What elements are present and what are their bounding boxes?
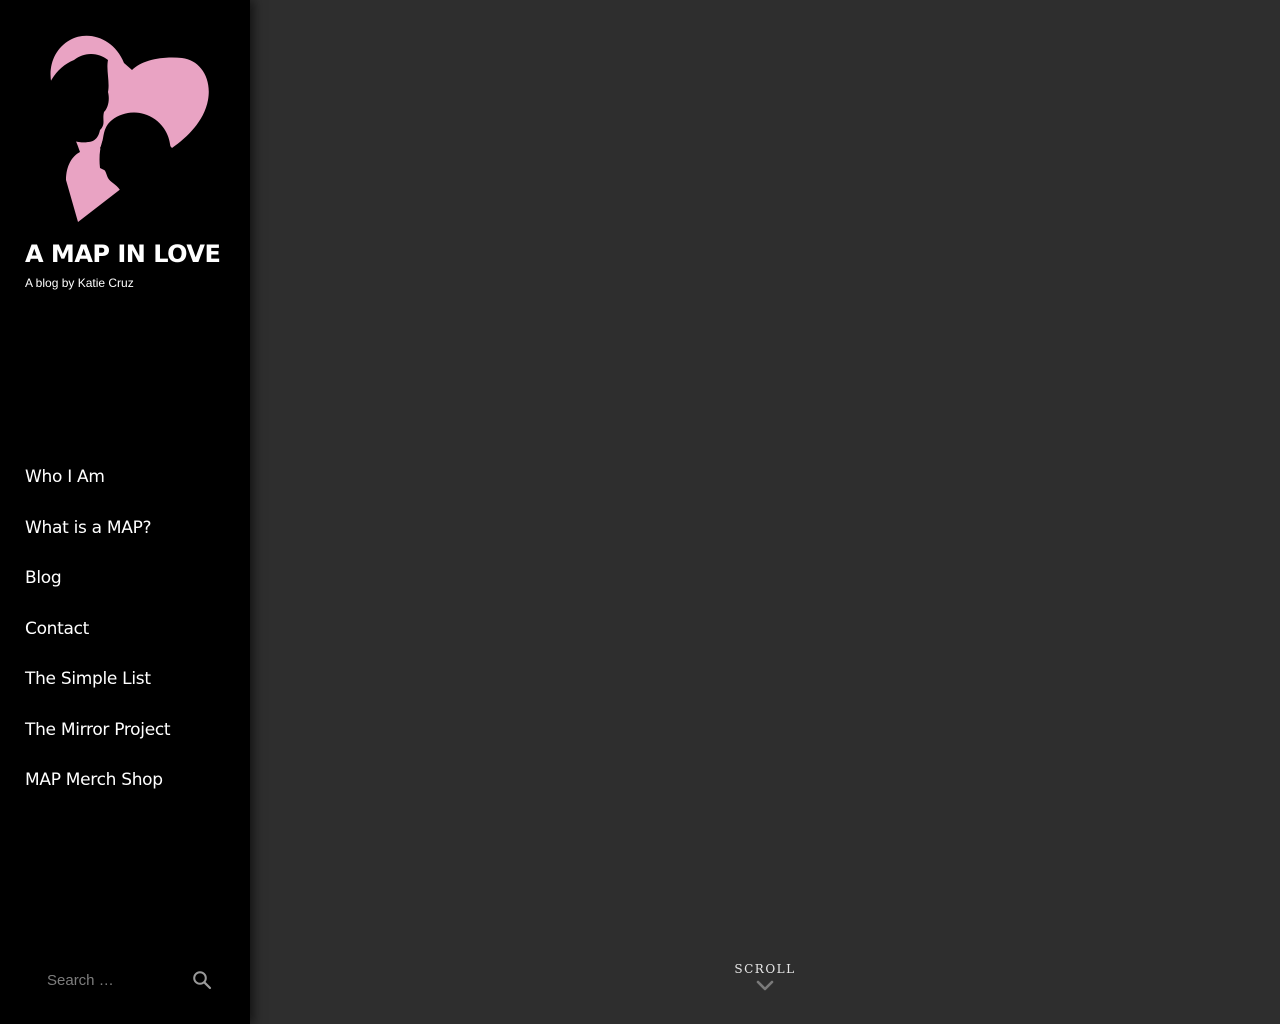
site-logo[interactable] — [36, 30, 212, 226]
site-description: A blog by Katie Cruz — [25, 276, 134, 290]
menu-item: MAP Merch Shop — [25, 763, 170, 814]
sidebar: A MAP IN LOVE A blog by Katie Cruz Who I… — [0, 0, 250, 1024]
menu-item: The Simple List — [25, 662, 170, 713]
menu-item-map-merch-shop[interactable]: MAP Merch Shop — [25, 763, 163, 797]
search-input[interactable] — [40, 960, 180, 1000]
scroll-indicator[interactable]: SCROLL — [715, 960, 815, 992]
menu-item: The Mirror Project — [25, 713, 171, 764]
menu-item-who-i-am[interactable]: Who I Am — [25, 460, 105, 494]
main-content: SCROLL — [250, 0, 1280, 1024]
chevron-down-icon — [756, 980, 774, 991]
menu-item: Contact — [25, 612, 170, 663]
menu-item-what-is-a-map[interactable]: What is a MAP? — [25, 511, 152, 545]
search-icon — [193, 971, 212, 990]
menu-item-the-simple-list[interactable]: The Simple List — [25, 662, 151, 696]
main-menu: Who I Am What is a MAP? Blog Contact The… — [25, 460, 171, 814]
menu-item: Blog — [25, 561, 170, 612]
menu-item: Who I Am — [25, 460, 170, 511]
site-title[interactable]: A MAP IN LOVE — [25, 236, 221, 272]
menu-item-contact[interactable]: Contact — [25, 612, 89, 646]
search-form — [40, 960, 220, 1000]
menu-item-blog[interactable]: Blog — [25, 561, 62, 595]
heart-silhouette-couple-icon — [43, 35, 209, 222]
scroll-label: SCROLL — [734, 962, 796, 976]
menu-item: What is a MAP? — [25, 511, 170, 562]
menu-item-the-mirror-project[interactable]: The Mirror Project — [25, 713, 171, 747]
search-button[interactable] — [190, 968, 214, 992]
